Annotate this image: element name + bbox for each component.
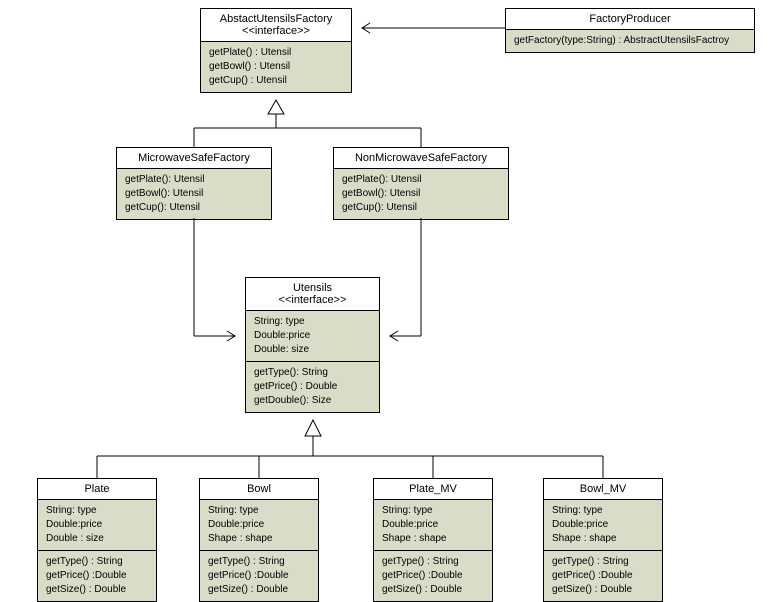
class-name: Utensils bbox=[293, 282, 332, 294]
class-name: Bowl bbox=[247, 483, 271, 495]
class-name: AbstactUtensilsFactory bbox=[220, 13, 332, 25]
class-stereotype: <<interface>> bbox=[279, 294, 347, 306]
attr: Shape : shape bbox=[382, 532, 484, 546]
class-plate-mv: Plate_MV String: type Double:price Shape… bbox=[373, 478, 493, 602]
class-methods: getPlate() : Utensil getBowl() : Utensil… bbox=[201, 42, 351, 92]
method: getType() : String bbox=[208, 555, 310, 569]
class-title: MicrowaveSafeFactory bbox=[117, 148, 271, 169]
class-microwave-factory: MicrowaveSafeFactory getPlate(): Utensil… bbox=[116, 147, 272, 220]
attr: Double: size bbox=[254, 343, 371, 357]
class-name: FactoryProducer bbox=[589, 13, 670, 25]
attr: String: type bbox=[552, 504, 654, 518]
method: getBowl() : Utensil bbox=[209, 60, 343, 74]
method: getType(): String bbox=[254, 366, 371, 380]
attr: Double:price bbox=[208, 518, 310, 532]
method: getType() : String bbox=[552, 555, 654, 569]
attr: String: type bbox=[46, 504, 148, 518]
method: getPlate() : Utensil bbox=[209, 46, 343, 60]
class-methods: getType() : String getPrice() :Double ge… bbox=[374, 551, 492, 601]
method: getPlate(): Utensil bbox=[342, 173, 500, 187]
class-title: NonMicrowaveSafeFactory bbox=[334, 148, 508, 169]
class-bowl: Bowl String: type Double:price Shape : s… bbox=[199, 478, 319, 602]
class-methods: getType() : String getPrice() :Double ge… bbox=[544, 551, 662, 601]
class-methods: getType(): String getPrice() : Double ge… bbox=[246, 362, 379, 412]
method: getPrice() :Double bbox=[46, 569, 148, 583]
class-plate: Plate String: type Double:price Double :… bbox=[37, 478, 157, 602]
attr: String: type bbox=[382, 504, 484, 518]
class-attrs: String: type Double:price Shape : shape bbox=[200, 500, 318, 551]
class-title: Plate bbox=[38, 479, 156, 500]
class-factory-producer: FactoryProducer getFactory(type:String) … bbox=[505, 8, 755, 53]
class-title: Bowl_MV bbox=[544, 479, 662, 500]
class-methods: getType() : String getPrice() :Double ge… bbox=[200, 551, 318, 601]
method: getPrice() : Double bbox=[254, 380, 371, 394]
attr: String: type bbox=[208, 504, 310, 518]
method: getDouble(): Size bbox=[254, 394, 371, 408]
attr: String: type bbox=[254, 315, 371, 329]
class-name: Plate bbox=[84, 483, 109, 495]
class-abstract-factory: AbstactUtensilsFactory <<interface>> get… bbox=[200, 8, 352, 93]
class-name: NonMicrowaveSafeFactory bbox=[355, 152, 487, 164]
class-name: MicrowaveSafeFactory bbox=[138, 152, 250, 164]
class-methods: getFactory(type:String) : AbstractUtensi… bbox=[506, 30, 754, 52]
class-name: Plate_MV bbox=[409, 483, 457, 495]
class-attrs: String: type Double:price Shape : shape bbox=[544, 500, 662, 551]
class-title: AbstactUtensilsFactory <<interface>> bbox=[201, 9, 351, 42]
method: getSize() : Double bbox=[46, 583, 148, 597]
method: getPlate(): Utensil bbox=[125, 173, 263, 187]
attr: Shape : shape bbox=[552, 532, 654, 546]
method: getCup(): Utensil bbox=[125, 201, 263, 215]
class-nonmicrowave-factory: NonMicrowaveSafeFactory getPlate(): Uten… bbox=[333, 147, 509, 220]
method: getPrice() :Double bbox=[382, 569, 484, 583]
attr: Double:price bbox=[46, 518, 148, 532]
method: getSize() : Double bbox=[208, 583, 310, 597]
method: getCup(): Utensil bbox=[342, 201, 500, 215]
class-stereotype: <<interface>> bbox=[242, 25, 310, 37]
class-methods: getPlate(): Utensil getBowl(): Utensil g… bbox=[334, 169, 508, 219]
method: getPrice() :Double bbox=[208, 569, 310, 583]
class-title: Bowl bbox=[200, 479, 318, 500]
attr: Double:price bbox=[552, 518, 654, 532]
class-name: Bowl_MV bbox=[580, 483, 626, 495]
class-bowl-mv: Bowl_MV String: type Double:price Shape … bbox=[543, 478, 663, 602]
method: getBowl(): Utensil bbox=[125, 187, 263, 201]
method: getPrice() :Double bbox=[552, 569, 654, 583]
class-attrs: String: type Double:price Double : size bbox=[38, 500, 156, 551]
attr: Double:price bbox=[382, 518, 484, 532]
class-title: Utensils <<interface>> bbox=[246, 278, 379, 311]
method: getCup() : Utensil bbox=[209, 74, 343, 88]
attr: Double : size bbox=[46, 532, 148, 546]
class-title: FactoryProducer bbox=[506, 9, 754, 30]
method: getSize() : Double bbox=[382, 583, 484, 597]
method: getType() : String bbox=[382, 555, 484, 569]
class-title: Plate_MV bbox=[374, 479, 492, 500]
method: getBowl(): Utensil bbox=[342, 187, 500, 201]
method: getSize() : Double bbox=[552, 583, 654, 597]
attr: Double:price bbox=[254, 329, 371, 343]
class-utensils: Utensils <<interface>> String: type Doub… bbox=[245, 277, 380, 413]
class-attrs: String: type Double:price Shape : shape bbox=[374, 500, 492, 551]
class-methods: getPlate(): Utensil getBowl(): Utensil g… bbox=[117, 169, 271, 219]
method: getFactory(type:String) : AbstractUtensi… bbox=[514, 34, 746, 48]
method: getType() : String bbox=[46, 555, 148, 569]
attr: Shape : shape bbox=[208, 532, 310, 546]
class-attrs: String: type Double:price Double: size bbox=[246, 311, 379, 362]
class-methods: getType() : String getPrice() :Double ge… bbox=[38, 551, 156, 601]
